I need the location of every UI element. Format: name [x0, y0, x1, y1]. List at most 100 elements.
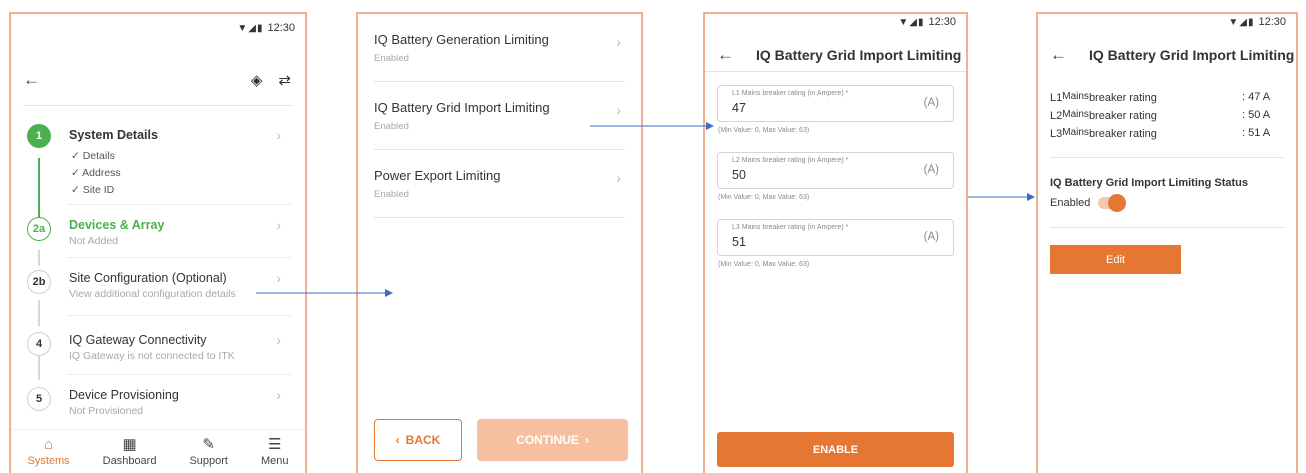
divider [67, 257, 291, 258]
menu-item-generation-limiting[interactable]: IQ Battery Generation Limiting Enabled › [374, 14, 625, 82]
rating-label: breaker rating [1088, 128, 1157, 140]
chevron-right-icon: › [616, 170, 621, 186]
check-item: ✓ Details [71, 150, 115, 162]
field-hint: (Min Value: 0, Max Value: 63) [718, 261, 810, 268]
step-number: 1 [27, 124, 51, 148]
menu-item-subtitle: Enabled [374, 53, 409, 64]
dashboard-icon: ▦ [122, 435, 137, 453]
field-hint: (Min Value: 0, Max Value: 63) [718, 127, 810, 134]
nav-support[interactable]: ✎ Support [189, 437, 228, 467]
field-unit: (A) [923, 164, 939, 176]
status-toggle[interactable] [1098, 194, 1127, 212]
progress-line-complete [38, 158, 40, 220]
chevron-right-icon: › [276, 332, 281, 348]
step-subtitle: View additional configuration details [69, 288, 236, 300]
status-bar: ▼◢▮ 12:30 [1228, 16, 1286, 28]
step-title: Devices & Array [69, 218, 165, 232]
step-title: Device Provisioning [69, 388, 179, 402]
check-item: ✓ Site ID [71, 184, 115, 196]
l3-breaker-rating-field[interactable]: L3 Mains breaker rating (in Ampere) * 51… [717, 219, 954, 256]
signal-battery-icons: ▼◢▮ [898, 16, 925, 28]
field-label: L1 Mains breaker rating (in Ampere) * [732, 90, 849, 97]
rating-label: breaker rating [1088, 110, 1157, 122]
back-button[interactable]: ‹ BACK [374, 419, 462, 461]
step-subtitle: IQ Gateway is not connected to ITK [69, 350, 235, 362]
step-number: 4 [27, 332, 51, 356]
mains-label: Mains [1062, 91, 1089, 102]
phase-label: L3 [1050, 128, 1063, 140]
nav-menu[interactable]: ☰ Menu [261, 437, 289, 467]
step-subtitle: Not Added [69, 235, 119, 247]
page-title: IQ Battery Grid Import Limiting [756, 47, 962, 63]
nav-systems[interactable]: ⌂ Systems [27, 437, 69, 467]
menu-item-title: IQ Battery Grid Import Limiting [374, 100, 550, 115]
step-subtitle: Not Provisioned [69, 405, 144, 417]
nav-label: Systems [27, 454, 70, 467]
site-configuration-screen: IQ Battery Generation Limiting Enabled ›… [356, 12, 643, 473]
nav-dashboard[interactable]: ▦ Dashboard [103, 437, 157, 467]
field-hint: (Min Value: 0, Max Value: 63) [718, 194, 810, 201]
l1-breaker-rating-field[interactable]: L1 Mains breaker rating (in Ampere) * 47… [717, 85, 954, 122]
divider [67, 204, 291, 205]
chevron-right-icon: › [616, 102, 621, 118]
back-arrow-icon[interactable]: ← [717, 45, 734, 65]
divider [705, 71, 966, 72]
sync-icon[interactable]: ⇄ [278, 71, 291, 89]
nav-label: Menu [260, 454, 289, 467]
continue-button[interactable]: CONTINUE › [477, 419, 628, 461]
status-time: 12:30 [928, 16, 956, 28]
chevron-right-icon: › [584, 433, 589, 447]
chevron-left-icon: ‹ [395, 433, 400, 447]
wrench-icon: ✎ [202, 435, 215, 453]
nav-label: Support [189, 454, 228, 467]
menu-icon: ☰ [267, 435, 282, 453]
l3-rating-row: L3Mainsbreaker rating : 51 A [1050, 127, 1282, 140]
status-bar: ▼◢▮ 12:30 [898, 16, 956, 28]
divider [67, 374, 291, 375]
back-arrow-icon[interactable]: ← [1050, 45, 1067, 65]
field-value: 50 [732, 168, 746, 182]
field-label: L2 Mains breaker rating (in Ampere) * [732, 157, 849, 164]
grid-import-limiting-summary-screen: ▼◢▮ 12:30 ← IQ Battery Grid Import Limit… [1036, 12, 1298, 473]
back-label: BACK [405, 433, 441, 447]
grid-import-limiting-form-screen: ▼◢▮ 12:30 ← IQ Battery Grid Import Limit… [703, 12, 968, 473]
status-bar: ▼◢▮ 12:30 [237, 22, 295, 34]
toggle-knob [1108, 194, 1127, 212]
status-time: 12:30 [1258, 16, 1286, 28]
progress-line [38, 352, 40, 380]
status-value: Enabled [1050, 197, 1091, 209]
nav-label: Dashboard [102, 454, 157, 467]
step-number: 2b [27, 270, 51, 294]
check-item: ✓ Address [71, 167, 121, 179]
step-title: IQ Gateway Connectivity [69, 333, 207, 347]
field-value: 47 [732, 101, 746, 115]
edit-button[interactable]: Edit [1050, 245, 1181, 274]
chevron-right-icon: › [276, 387, 281, 403]
status-row: Enabled [1050, 194, 1127, 212]
app-bar: ← ◈ ⇄ [11, 66, 305, 94]
menu-item-subtitle: Enabled [374, 189, 409, 200]
step-title: Site Configuration (Optional) [69, 271, 227, 285]
menu-item-grid-import-limiting[interactable]: IQ Battery Grid Import Limiting Enabled … [374, 82, 625, 150]
back-arrow-icon[interactable]: ← [23, 70, 40, 90]
field-label: L3 Mains breaker rating (in Ampere) * [732, 224, 849, 231]
app-bar: ← IQ Battery Grid Import Limiting [705, 40, 966, 70]
field-unit: (A) [923, 97, 939, 109]
continue-label: CONTINUE [516, 433, 579, 447]
menu-item-power-export-limiting[interactable]: Power Export Limiting Enabled › [374, 150, 625, 218]
directions-icon[interactable]: ◈ [251, 71, 263, 89]
rating-label: breaker rating [1088, 92, 1157, 104]
system-setup-screen: ▼◢▮ 12:30 ← ◈ ⇄ 1 System Details › ✓ Det… [9, 12, 307, 473]
app-bar: ← IQ Battery Grid Import Limiting [1038, 40, 1296, 70]
chevron-right-icon: › [276, 270, 281, 286]
progress-line [38, 300, 40, 326]
menu-item-title: Power Export Limiting [374, 168, 501, 183]
mains-label: Mains [1062, 127, 1089, 138]
l2-breaker-rating-field[interactable]: L2 Mains breaker rating (in Ampere) * 50… [717, 152, 954, 189]
rating-value: : 50 A [1242, 109, 1271, 121]
field-unit: (A) [923, 231, 939, 243]
bottom-navigation: ⌂ Systems ▦ Dashboard ✎ Support ☰ Menu [11, 429, 305, 473]
rating-value: : 47 A [1242, 91, 1271, 103]
enable-button[interactable]: ENABLE [717, 432, 954, 467]
menu-item-subtitle: Enabled [374, 121, 409, 132]
